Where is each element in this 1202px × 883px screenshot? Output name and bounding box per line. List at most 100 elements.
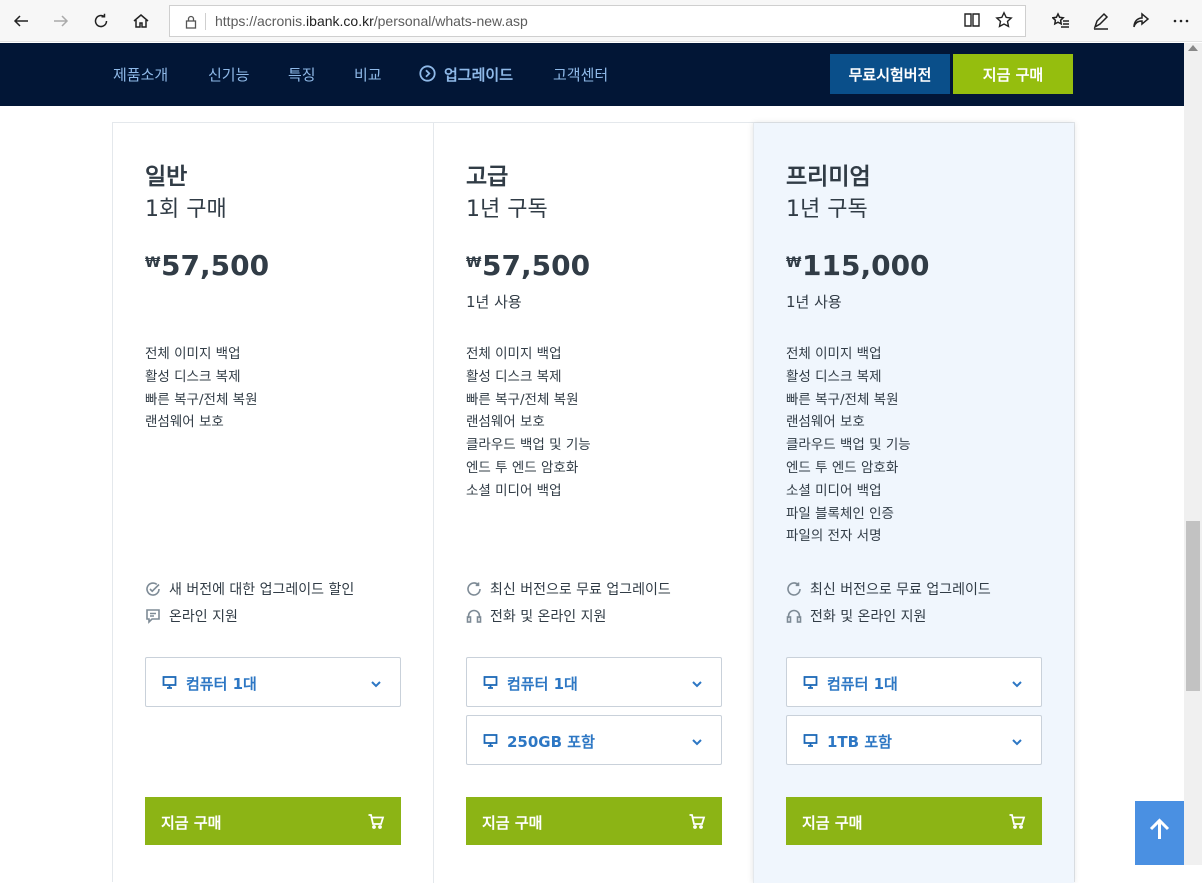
chat-icon (145, 608, 161, 624)
headset-icon (786, 608, 802, 624)
reading-view-icon[interactable] (963, 11, 983, 31)
feature-item: 소셜 미디어 백업 (466, 482, 562, 499)
site-navigation: 제품소개 신기능 특징 비교 업그레이드 고객센터 무료시험버전 지금 구매 (0, 43, 1184, 106)
lock-icon (184, 14, 198, 29)
feature-item: 빠른 복구/전체 복원 (145, 391, 258, 408)
scroll-up-arrow-icon[interactable] (1188, 45, 1198, 51)
feature-item: 랜섬웨어 보호 (786, 414, 865, 431)
feature-item: 빠른 복구/전체 복원 (786, 391, 899, 408)
plan-price: 57,500 (161, 249, 270, 282)
forward-button[interactable] (46, 6, 76, 36)
feature-item: 클라우드 백업 및 기능 (466, 437, 591, 454)
buy-now-button[interactable]: 지금 구매 (145, 797, 401, 845)
feature-item: 엔드 투 엔드 암호화 (466, 459, 579, 476)
refresh-icon (466, 581, 482, 597)
url-text: https://acronis.ibank.co.kr/personal/wha… (215, 13, 528, 29)
feature-item: 전체 이미지 백업 (145, 346, 241, 362)
feature-item: 랜섬웨어 보호 (466, 414, 545, 431)
monitor-icon (162, 675, 178, 691)
nav-item-products[interactable]: 제품소개 (113, 64, 168, 85)
monitor-icon (803, 675, 819, 691)
chevron-down-icon (370, 675, 382, 688)
nav-item-features[interactable]: 특징 (288, 64, 316, 85)
refresh-button[interactable] (86, 6, 116, 36)
pricing-plans: 일반 1회 구매 ₩ 57,500 전체 이미지 백업 활성 디스크 복제 빠른… (112, 122, 1075, 883)
storage-select[interactable]: 250GB 포함 (466, 715, 722, 765)
check-circle-icon (145, 581, 161, 597)
favorites-button[interactable] (1046, 6, 1076, 36)
home-icon (133, 14, 149, 28)
feature-item: 전체 이미지 백업 (786, 346, 882, 362)
plan-name: 프리미엄 (786, 164, 871, 190)
computer-count-select[interactable]: 컴퓨터 1대 (786, 657, 1042, 707)
benefit-item: 최신 버전으로 무료 업그레이드 (466, 579, 671, 599)
monitor-icon (803, 733, 819, 749)
feature-item: 활성 디스크 복제 (145, 368, 241, 385)
nav-item-new-features[interactable]: 신기능 (208, 64, 249, 85)
plan-card-premium: 프리미엄 1년 구독 ₩ 115,000 1년 사용 전체 이미지 백업 활성 … (753, 123, 1074, 883)
plan-name: 일반 (145, 164, 188, 190)
plan-card-advanced: 고급 1년 구독 ₩ 57,500 1년 사용 전체 이미지 백업 활성 디스크… (433, 123, 753, 883)
favorite-star-icon[interactable] (995, 11, 1015, 31)
free-trial-button[interactable]: 무료시험버전 (830, 54, 950, 94)
nav-item-upgrade[interactable]: 업그레이드 (444, 64, 513, 85)
chevron-down-icon (1011, 675, 1023, 688)
feature-list: 전체 이미지 백업 활성 디스크 복제 빠른 복구/전체 복원 랜섬웨어 보호 … (786, 343, 911, 548)
feature-item: 엔드 투 엔드 암호화 (786, 459, 899, 476)
feature-item: 소셜 미디어 백업 (786, 482, 882, 499)
nav-item-support[interactable]: 고객센터 (553, 64, 608, 85)
computer-count-select[interactable]: 컴퓨터 1대 (466, 657, 722, 707)
cart-icon (367, 812, 385, 830)
feature-item: 전체 이미지 백업 (466, 346, 562, 362)
feature-list: 전체 이미지 백업 활성 디스크 복제 빠른 복구/전체 복원 랜섬웨어 보호 (145, 343, 258, 434)
feature-item: 클라우드 백업 및 기능 (786, 437, 911, 454)
feature-item: 파일의 전자 서명 (786, 528, 882, 545)
chevron-down-icon (691, 733, 703, 746)
cart-icon (688, 812, 706, 830)
home-button[interactable] (126, 6, 156, 36)
more-dots-icon (1173, 19, 1189, 23)
buy-now-button[interactable]: 지금 구매 (786, 797, 1042, 845)
headset-icon (466, 608, 482, 624)
browser-toolbar: https://acronis.ibank.co.kr/personal/wha… (0, 0, 1202, 42)
monitor-icon (483, 733, 499, 749)
back-to-top-button[interactable] (1135, 801, 1184, 865)
plan-term: 1년 구독 (786, 197, 868, 222)
refresh-icon (786, 581, 802, 597)
plan-card-basic: 일반 1회 구매 ₩ 57,500 전체 이미지 백업 활성 디스크 복제 빠른… (113, 123, 433, 883)
benefit-item: 전화 및 온라인 지원 (786, 606, 926, 626)
buy-now-nav-button[interactable]: 지금 구매 (953, 54, 1073, 94)
chevron-down-icon (1011, 733, 1023, 746)
plan-usage: 1년 사용 (466, 293, 522, 311)
back-arrow-icon (13, 15, 28, 27)
buy-now-button[interactable]: 지금 구매 (466, 797, 722, 845)
scrollbar-thumb[interactable] (1186, 521, 1200, 691)
plan-name: 고급 (466, 164, 509, 190)
address-bar[interactable]: https://acronis.ibank.co.kr/personal/wha… (169, 5, 1026, 37)
plan-price: 115,000 (802, 249, 930, 282)
nav-item-compare[interactable]: 비교 (354, 64, 382, 85)
share-icon (1133, 12, 1150, 28)
back-button[interactable] (6, 6, 36, 36)
benefit-item: 전화 및 온라인 지원 (466, 606, 606, 626)
feature-item: 활성 디스크 복제 (466, 368, 562, 385)
plan-term: 1년 구독 (466, 197, 548, 222)
plan-price: 57,500 (482, 249, 591, 282)
chevron-circle-right-icon (419, 65, 436, 82)
computer-count-select[interactable]: 컴퓨터 1대 (145, 657, 401, 707)
plan-usage: 1년 사용 (786, 293, 842, 311)
currency-symbol: ₩ (786, 255, 802, 271)
pen-icon (1093, 12, 1109, 30)
monitor-icon (483, 675, 499, 691)
page-scrollbar[interactable] (1184, 43, 1202, 865)
storage-select[interactable]: 1TB 포함 (786, 715, 1042, 765)
more-button[interactable] (1166, 6, 1196, 36)
cart-icon (1008, 812, 1026, 830)
currency-symbol: ₩ (145, 255, 161, 271)
feature-list: 전체 이미지 백업 활성 디스크 복제 빠른 복구/전체 복원 랜섬웨어 보호 … (466, 343, 591, 503)
forward-arrow-icon (54, 15, 69, 27)
benefit-item: 새 버전에 대한 업그레이드 할인 (145, 579, 354, 599)
share-button[interactable] (1126, 6, 1156, 36)
favorites-list-icon (1052, 12, 1069, 28)
notes-button[interactable] (1086, 6, 1116, 36)
